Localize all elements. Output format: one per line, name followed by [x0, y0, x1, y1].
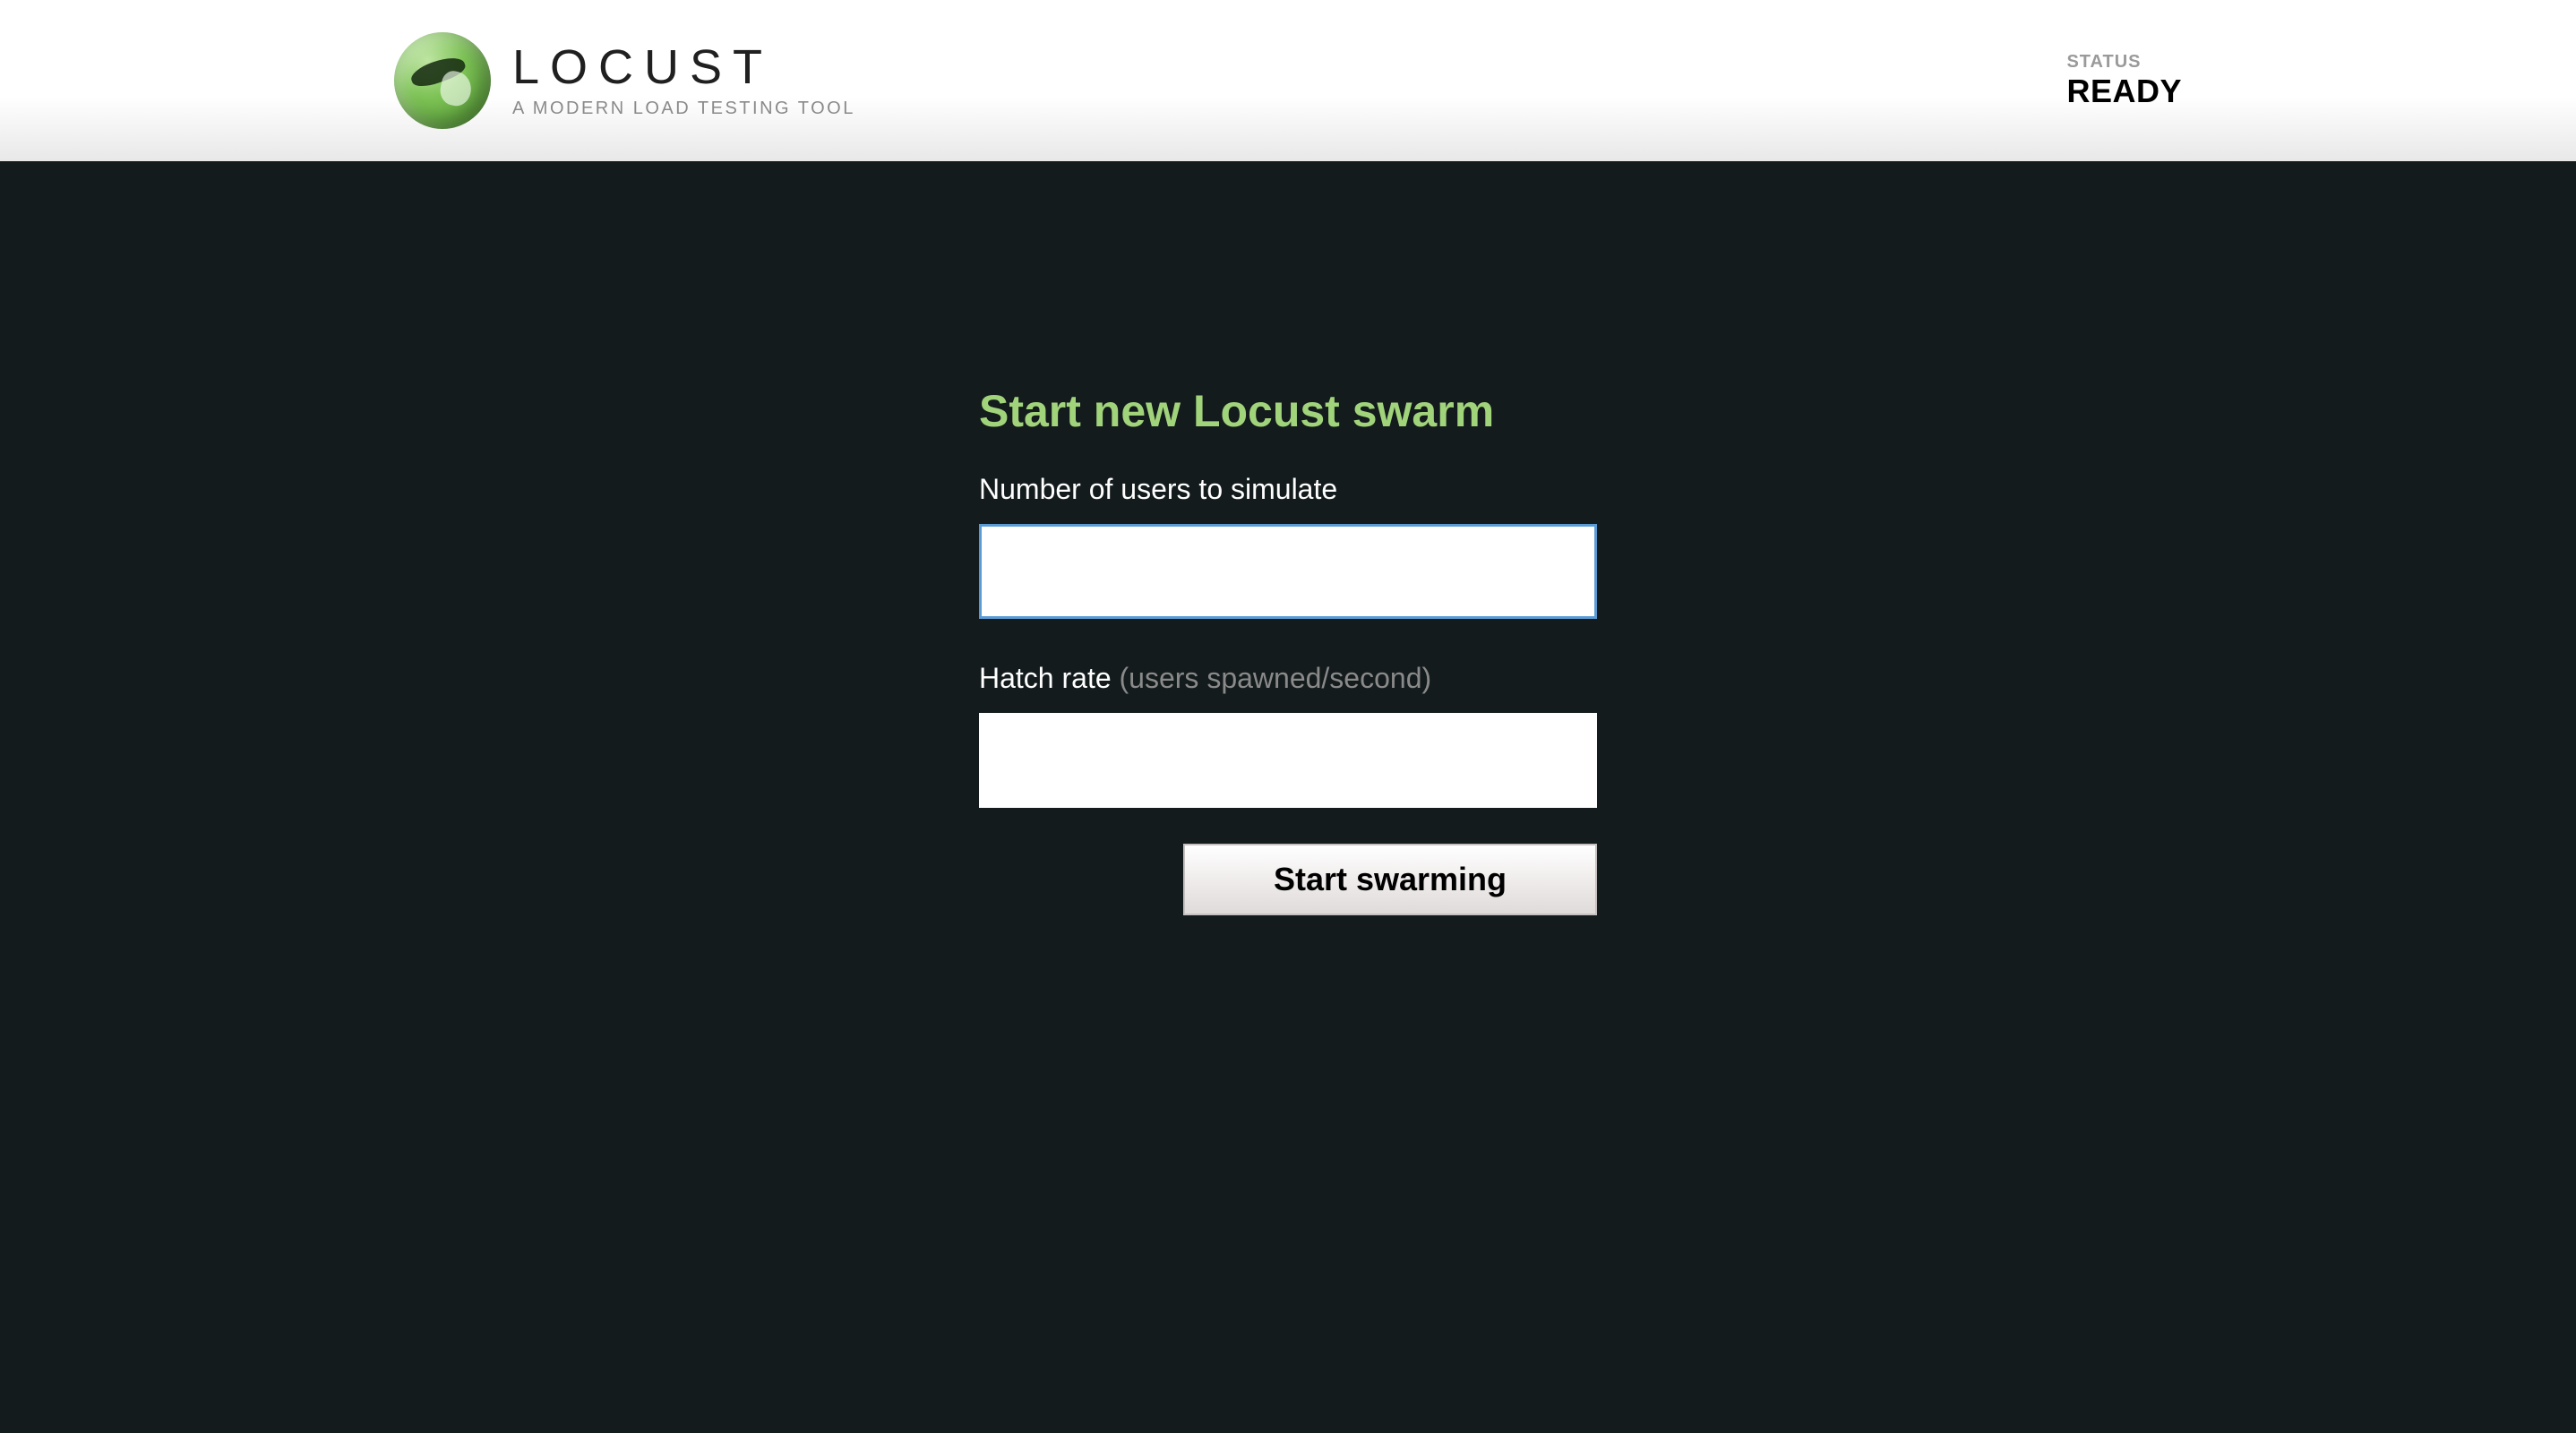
users-input[interactable] [979, 524, 1597, 619]
logo-title: LOCUST [512, 43, 855, 91]
form-title: Start new Locust swarm [979, 385, 1597, 437]
main-content: Start new Locust swarm Number of users t… [0, 161, 2576, 915]
status-container: STATUS READY [2066, 52, 2182, 110]
hatch-rate-label: Hatch rate (users spawned/second) [979, 662, 1597, 695]
logo-text: LOCUST A MODERN LOAD TESTING TOOL [512, 43, 855, 119]
form-actions: Start swarming [979, 844, 1597, 915]
users-label: Number of users to simulate [979, 473, 1597, 506]
status-value: READY [2066, 73, 2182, 110]
hatch-label-hint: (users spawned/second) [1120, 662, 1432, 694]
hatch-label-text: Hatch rate [979, 662, 1120, 694]
start-swarming-button[interactable]: Start swarming [1183, 844, 1597, 915]
locust-logo-icon [394, 32, 491, 129]
logo-container: LOCUST A MODERN LOAD TESTING TOOL [394, 32, 855, 129]
hatch-rate-input[interactable] [979, 713, 1597, 808]
logo-subtitle: A MODERN LOAD TESTING TOOL [512, 99, 855, 119]
status-label: STATUS [2066, 52, 2182, 73]
header: LOCUST A MODERN LOAD TESTING TOOL STATUS… [0, 0, 2576, 161]
swarm-form: Start new Locust swarm Number of users t… [979, 385, 1597, 915]
